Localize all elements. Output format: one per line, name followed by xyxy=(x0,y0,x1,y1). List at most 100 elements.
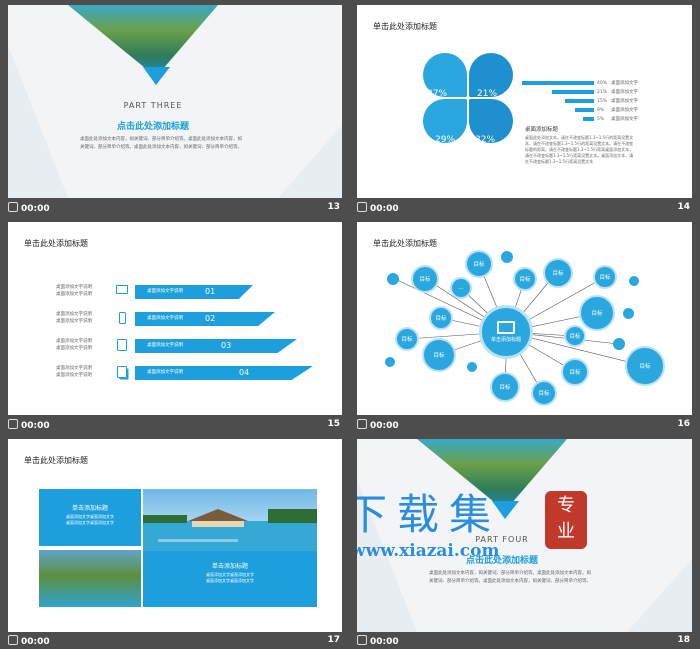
body-line-2: 关键词、部分简单介绍等。桌面此处添加文本内容，如关键词、部分简单介绍等。 xyxy=(429,579,591,584)
phone-icon xyxy=(119,312,126,324)
watermark-seal: 专业 xyxy=(545,491,587,549)
seal-text: 专业 xyxy=(557,495,575,542)
step-bar-3: 桌面添加文字说明 03 xyxy=(135,339,297,353)
step-label-2: 桌面添加文字说明 xyxy=(147,316,183,321)
transition-icon xyxy=(357,419,367,429)
slide-meta-18: 00:00 18 xyxy=(357,635,692,649)
step-number-1: 01 xyxy=(205,287,216,296)
transition-icon xyxy=(357,635,367,645)
slide-13[interactable]: PART THREE 点击此处添加标题 桌面此处添加文本内容，如关键词、部分简单… xyxy=(8,5,342,198)
slide-14[interactable]: 单击此处添加标题 37% 21% 29% 32% 40% 21% 15% 9% … xyxy=(357,5,692,198)
center-label: 单击添加标题 xyxy=(490,337,521,343)
bar-text-2: 桌面添加文字 xyxy=(611,90,638,95)
slide-time: 00:00 xyxy=(370,421,399,431)
slide-number: 16 xyxy=(677,419,690,429)
row-2-left-line-1: 桌面添加文字说明 xyxy=(56,312,92,317)
slide-number: 17 xyxy=(327,635,340,645)
bar-1 xyxy=(522,81,594,85)
slide-17[interactable]: 单击此处添加标题 单击添加标题 桌面添加文字桌面添加文字 桌面添加文字桌面添加文… xyxy=(8,439,342,632)
goal-node[interactable]: 目标 xyxy=(561,358,589,386)
row-1-left-line-1: 桌面添加文字说明 xyxy=(56,285,92,290)
bar-2 xyxy=(552,90,594,94)
goal-node[interactable]: 目标 xyxy=(429,306,453,330)
bar-value-1: 40% xyxy=(597,81,608,86)
goal-node[interactable]: 目标 xyxy=(395,327,419,351)
slide-title: 单击此处添加标题 xyxy=(24,239,88,248)
slide-time: 00:00 xyxy=(21,637,50,647)
center-node[interactable]: 单击添加标题 xyxy=(479,305,533,359)
slide-18[interactable]: PART FOUR 点击此处添加标题 桌面此处添加文本内容，如关键词、部分简单介… xyxy=(357,439,692,632)
bar-text-4: 桌面添加文字 xyxy=(611,108,638,113)
slide-16[interactable]: 单击此处添加标题 单击添加标题 目标 ... 目标 目标 目标 目标 目标 目标… xyxy=(357,222,692,415)
petal-value-3: 29% xyxy=(435,135,456,145)
transition-icon xyxy=(8,635,18,645)
bar-value-5: 5% xyxy=(597,117,605,122)
slide-meta-14: 00:00 14 xyxy=(357,202,692,216)
bar-text-1: 桌面添加文字 xyxy=(611,81,638,86)
row-3-left-line-1: 桌面添加文字说明 xyxy=(56,339,92,344)
bar-text-5: 桌面添加文字 xyxy=(611,117,638,122)
slide-number: 18 xyxy=(677,635,690,645)
step-bar-1: 桌面添加文字说明 01 xyxy=(135,285,253,299)
slide-meta-17: 00:00 17 xyxy=(8,635,342,649)
bar-value-3: 15% xyxy=(597,99,608,104)
row-1-left-line-2: 桌面添加文字说明 xyxy=(56,292,92,297)
part-label: PART THREE xyxy=(123,101,183,110)
bar-3 xyxy=(565,99,594,103)
goal-node[interactable]: 目标 xyxy=(422,338,456,372)
box-line-2: 桌面添加文字桌面添加文字 xyxy=(206,578,254,583)
dot xyxy=(613,338,625,350)
watermark-url: www.xiazai.com xyxy=(357,541,500,561)
goal-node[interactable]: 目标 xyxy=(411,265,439,293)
step-bar-4: 桌面添加文字说明 04 xyxy=(135,366,313,380)
goal-node[interactable]: 目标 xyxy=(531,380,557,406)
row-2-left-line-2: 桌面添加文字说明 xyxy=(56,319,92,324)
goal-node[interactable]: 目标 xyxy=(593,265,617,289)
box-title: 单击添加标题 xyxy=(211,563,248,570)
body-line-2: 关键词、部分简单介绍等。桌面此处添加文本内容，如关键词、部分简单介绍等。 xyxy=(80,145,242,150)
step-number-4: 04 xyxy=(239,368,250,377)
slide-heading: 点击此处添加标题 xyxy=(116,122,189,132)
slide-number: 15 xyxy=(327,419,340,429)
bar-value-2: 21% xyxy=(597,90,608,95)
petal-value-2: 21% xyxy=(477,89,498,99)
dot xyxy=(623,308,634,319)
slide-meta-16: 00:00 16 xyxy=(357,419,692,433)
slide-meta-15: 00:00 15 xyxy=(8,419,342,433)
slide-time: 00:00 xyxy=(370,637,399,647)
watermark-title: 下载集 xyxy=(357,490,502,539)
step-label-4: 桌面添加文字说明 xyxy=(147,370,183,375)
goal-node[interactable]: 目标 xyxy=(564,325,586,347)
body-line-1: 桌面此处添加文本内容，如关键词、部分简单介绍等。桌面此处添加文本内容，如 xyxy=(429,571,591,576)
info-box-2: 单击添加标题 桌面添加文字桌面添加文字 桌面添加文字桌面添加文字 xyxy=(143,551,317,607)
goal-node[interactable]: 目标 xyxy=(625,346,665,386)
row-3-left-line-2: 桌面添加文字说明 xyxy=(56,346,92,351)
copy-icon xyxy=(117,366,127,378)
goal-node[interactable]: 目标 xyxy=(579,295,615,331)
bar-text-3: 桌面添加文字 xyxy=(611,99,638,104)
slide-time: 00:00 xyxy=(21,204,50,214)
slide-time: 00:00 xyxy=(21,421,50,431)
resort-photo xyxy=(143,489,317,551)
transition-icon xyxy=(357,202,367,212)
dot xyxy=(385,357,395,367)
bar-value-4: 9% xyxy=(597,108,605,113)
step-bar-2: 桌面添加文字说明 02 xyxy=(135,312,275,326)
step-label-3: 桌面添加文字说明 xyxy=(147,343,183,348)
dot xyxy=(387,273,399,285)
sub-body: 桌面此处添加文本。请在不改变标题1.3~1.5行的距离设置文本，请在不改变标题1… xyxy=(525,135,634,164)
goal-node[interactable]: 目标 xyxy=(513,267,537,291)
goal-node[interactable]: 目标 xyxy=(490,372,520,402)
valley-photo xyxy=(39,550,141,607)
step-number-3: 03 xyxy=(221,341,232,350)
goal-node[interactable]: 目标 xyxy=(543,258,573,288)
bar-5 xyxy=(583,117,594,121)
bar-4 xyxy=(575,108,594,112)
petal-value-1: 37% xyxy=(427,89,448,99)
slide-15[interactable]: 单击此处添加标题 桌面添加文字说明 桌面添加文字说明 桌面添加文字说明 01 桌… xyxy=(8,222,342,415)
dot xyxy=(501,251,513,263)
slide-number: 14 xyxy=(677,202,690,212)
ellipsis-node[interactable]: ... xyxy=(450,277,472,299)
goal-node[interactable]: 目标 xyxy=(465,250,493,278)
transition-icon xyxy=(8,419,18,429)
